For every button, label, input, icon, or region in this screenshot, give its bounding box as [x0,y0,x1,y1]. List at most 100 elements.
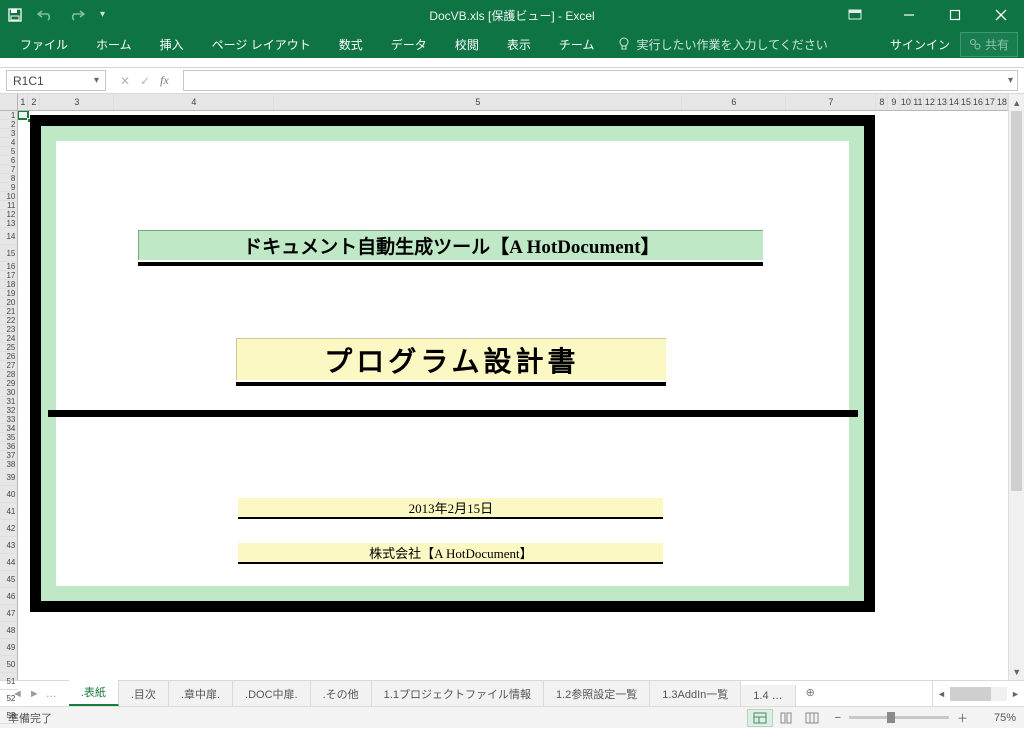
tab-nav-ellipsis[interactable]: … [46,688,57,700]
cancel-formula-icon[interactable]: ✕ [120,74,130,88]
row-header[interactable]: 2 [0,120,17,129]
row-header[interactable]: 30 [0,388,17,397]
tab-file[interactable]: ファイル [6,30,82,59]
column-header[interactable]: 13 [936,94,948,110]
row-header[interactable]: 6 [0,156,17,165]
column-header[interactable]: 16 [972,94,984,110]
sheet-tab[interactable]: 1.3AddIn一覧 [650,681,741,706]
tab-formulas[interactable]: 数式 [325,30,377,59]
row-header[interactable]: 45 [0,571,17,588]
column-header[interactable]: 11 [912,94,924,110]
row-header[interactable]: 32 [0,406,17,415]
row-header[interactable]: 39 [0,469,17,486]
row-header[interactable]: 49 [0,639,17,656]
tab-home[interactable]: ホーム [82,30,146,59]
row-header[interactable]: 19 [0,289,17,298]
row-header[interactable]: 23 [0,325,17,334]
formula-input[interactable]: ▾ [183,70,1018,91]
column-header[interactable]: 1 [18,94,28,110]
close-button[interactable] [978,0,1024,30]
row-header[interactable]: 41 [0,503,17,520]
zoom-out-icon[interactable]: − [835,712,841,724]
column-header[interactable]: 12 [924,94,936,110]
column-header[interactable]: 17 [984,94,996,110]
horizontal-scrollbar[interactable]: ◄ ► [932,681,1024,706]
row-header[interactable]: 47 [0,605,17,622]
row-header[interactable]: 8 [0,174,17,183]
column-header[interactable]: 4 [114,94,274,110]
tab-team[interactable]: チーム [545,30,609,59]
ribbon-display-options-icon[interactable] [848,9,862,21]
sheet-canvas[interactable]: ドキュメント自動生成ツール【A HotDocument】 プログラム設計書 20… [18,111,1008,680]
save-icon[interactable] [0,8,30,22]
sign-in-link[interactable]: サインイン [890,36,950,53]
row-header[interactable]: 29 [0,379,17,388]
scroll-left-icon[interactable]: ◄ [933,689,950,699]
share-button[interactable]: 共有 [960,32,1018,57]
row-header[interactable]: 22 [0,316,17,325]
column-header[interactable]: 14 [948,94,960,110]
column-header[interactable]: 15 [960,94,972,110]
row-header[interactable]: 3 [0,129,17,138]
insert-function-icon[interactable]: fx [160,73,169,88]
row-header[interactable]: 18 [0,280,17,289]
redo-icon[interactable] [68,9,86,21]
row-header[interactable]: 7 [0,165,17,174]
row-header[interactable]: 17 [0,271,17,280]
row-header[interactable]: 36 [0,442,17,451]
column-header[interactable]: 6 [682,94,786,110]
tab-nav-next-icon[interactable]: ► [29,688,40,700]
row-header[interactable]: 51 [0,673,17,690]
row-header[interactable]: 42 [0,520,17,537]
row-header[interactable]: 28 [0,370,17,379]
row-header[interactable]: 37 [0,451,17,460]
row-header[interactable]: 46 [0,588,17,605]
row-header[interactable]: 43 [0,537,17,554]
tab-review[interactable]: 校閲 [441,30,493,59]
row-header[interactable]: 35 [0,433,17,442]
row-header[interactable]: 52 [0,690,17,707]
sheet-tab[interactable]: .章中扉. [169,681,233,706]
zoom-slider[interactable] [849,716,949,719]
select-all-corner[interactable] [0,94,17,111]
row-header[interactable]: 20 [0,298,17,307]
row-header[interactable]: 53 [0,707,17,724]
column-header[interactable]: 18 [996,94,1008,110]
row-header[interactable]: 14 [0,228,17,245]
scroll-down-icon[interactable]: ▼ [1009,663,1024,680]
qat-customize-icon[interactable]: ▾ [100,9,105,21]
row-header[interactable]: 25 [0,343,17,352]
tab-data[interactable]: データ [377,30,441,59]
tab-view[interactable]: 表示 [493,30,545,59]
column-header[interactable]: 10 [900,94,912,110]
sheet-tab[interactable]: .その他 [311,681,372,706]
sheet-tab[interactable]: .DOC中扉. [233,681,311,706]
column-header[interactable]: 5 [274,94,682,110]
page-break-view-icon[interactable] [799,709,825,727]
page-layout-view-icon[interactable] [773,709,799,727]
sheet-tab[interactable]: 1.1プロジェクトファイル情報 [372,681,544,706]
row-header[interactable]: 10 [0,192,17,201]
row-header[interactable]: 4 [0,138,17,147]
zoom-in-icon[interactable]: ＋ [957,710,968,726]
minimize-button[interactable] [886,0,932,30]
row-header[interactable]: 1 [0,111,17,120]
row-header[interactable]: 48 [0,622,17,639]
row-header[interactable]: 40 [0,486,17,503]
maximize-button[interactable] [932,0,978,30]
row-header[interactable]: 21 [0,307,17,316]
row-header[interactable]: 13 [0,219,17,228]
row-header[interactable]: 16 [0,262,17,271]
enter-formula-icon[interactable]: ✓ [140,74,150,88]
row-header[interactable]: 50 [0,656,17,673]
sheet-tab[interactable]: .目次 [119,681,169,706]
row-header[interactable]: 15 [0,245,17,262]
column-header[interactable]: 7 [786,94,876,110]
chevron-down-icon[interactable]: ▾ [94,75,99,86]
scroll-right-icon[interactable]: ► [1007,689,1024,699]
hscroll-thumb[interactable] [950,687,991,701]
row-header[interactable]: 34 [0,424,17,433]
row-header[interactable]: 38 [0,460,17,469]
column-header[interactable]: 8 [876,94,888,110]
row-header[interactable]: 9 [0,183,17,192]
